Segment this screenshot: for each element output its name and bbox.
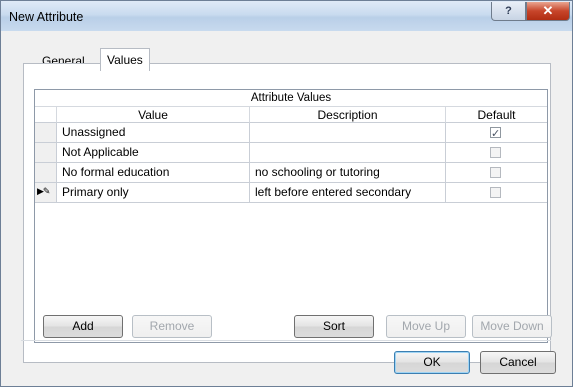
attribute-values-grid: Attribute Values Value Description Defau… [34,89,548,343]
default-cell [446,123,547,143]
column-header-value[interactable]: Value [57,107,250,123]
default-checkbox[interactable] [490,125,501,142]
remove-button[interactable]: Remove [132,315,212,338]
default-checkbox[interactable] [490,147,501,158]
dialog-window: New Attribute ? ✕ General Values Attribu… [0,0,573,387]
description-cell[interactable]: no schooling or tutoring [250,163,446,183]
help-icon: ? [505,5,512,17]
default-checkbox[interactable] [490,187,501,198]
column-header-description[interactable]: Description [250,107,446,123]
table-row[interactable]: Not Applicable [35,143,547,163]
table-row[interactable]: No formal education no schooling or tuto… [35,163,547,183]
table-row[interactable]: Unassigned [35,123,547,143]
cancel-button[interactable]: Cancel [480,351,556,374]
help-button[interactable]: ? [491,2,526,21]
value-cell[interactable]: No formal education [57,163,250,183]
column-header-default[interactable]: Default [446,107,547,123]
close-button[interactable]: ✕ [526,2,570,21]
value-cell[interactable]: Primary only [57,183,250,203]
tab-values[interactable]: Values [100,48,150,71]
sort-button[interactable]: Sort [294,315,374,338]
grid-title: Attribute Values [35,90,547,107]
value-cell[interactable]: Not Applicable [57,143,250,163]
move-up-button[interactable]: Move Up [386,315,466,338]
default-checkbox[interactable] [490,167,501,178]
move-down-button[interactable]: Move Down [472,315,552,338]
row-header[interactable] [35,163,57,183]
default-cell [446,163,547,183]
default-cell [446,143,547,163]
description-cell[interactable]: left before entered secondary [250,183,446,203]
edit-row-indicator-icon: ▶✎ [37,186,51,196]
row-header[interactable] [35,123,57,143]
row-header-corner [35,107,57,123]
title-bar[interactable]: New Attribute ? ✕ [1,1,572,31]
table-row[interactable]: ▶✎ Primary only left before entered seco… [35,183,547,203]
description-cell[interactable] [250,143,446,163]
description-cell[interactable] [250,123,446,143]
row-header[interactable]: ▶✎ [35,183,57,203]
value-cell[interactable]: Unassigned [57,123,250,143]
default-cell [446,183,547,203]
dialog-body: General Values Attribute Values Value De… [8,31,564,379]
ok-button[interactable]: OK [394,351,470,374]
row-header[interactable] [35,143,57,163]
button-separator [21,340,551,341]
tab-values-label: Values [107,53,143,67]
window-title: New Attribute [9,10,84,24]
close-icon: ✕ [542,3,554,18]
add-button[interactable]: Add [43,315,123,338]
